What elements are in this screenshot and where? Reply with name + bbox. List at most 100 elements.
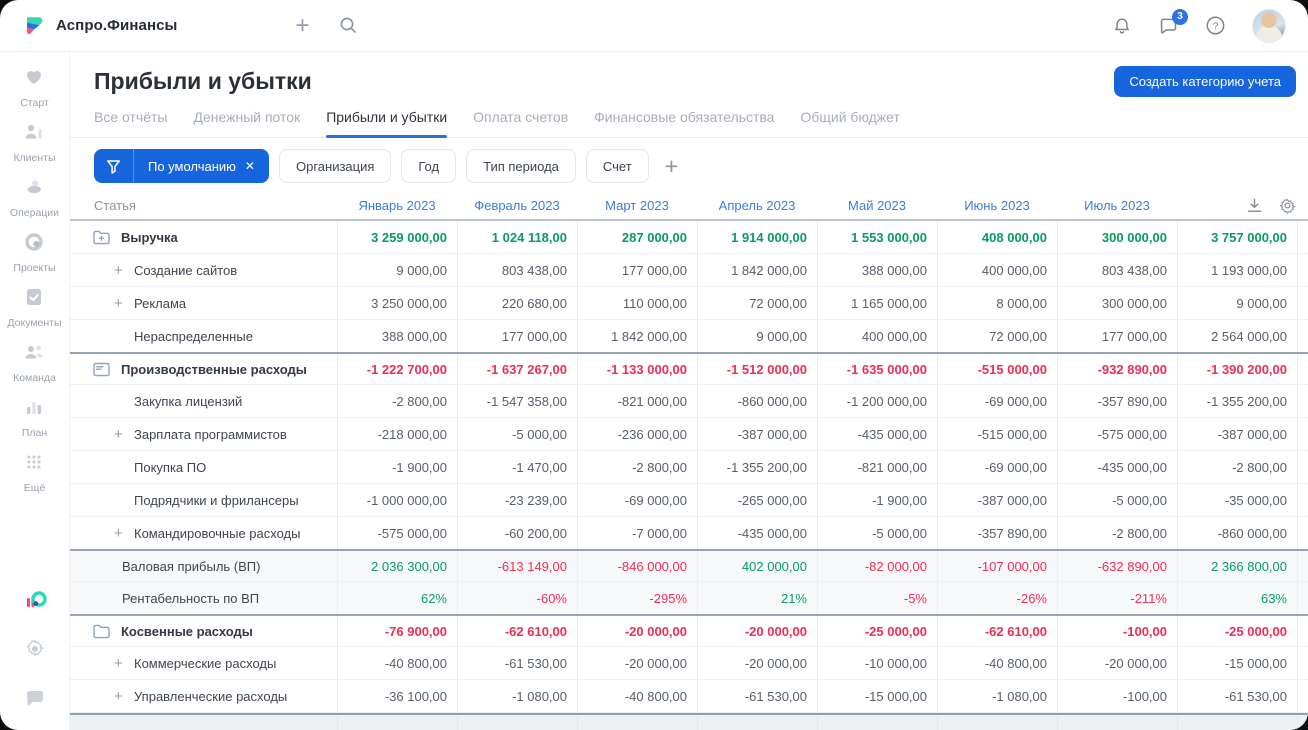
sidebar-item-start[interactable]: Старт [20, 66, 49, 109]
value-cell: -932 890,00 [1057, 354, 1177, 384]
sidebar-item-documents[interactable]: Документы [7, 286, 62, 329]
value-cell: 177 000,00 [577, 254, 697, 286]
table-row: + Командировочные расходы -575 000,00 -60 2… [70, 517, 1308, 550]
value-cell: -20 000,00 [577, 647, 697, 679]
value-cell: -20 000,00 [1057, 647, 1177, 679]
row-label-cell: + Командировочные расходы [70, 517, 337, 549]
value-cell: -61 530,00 [697, 680, 817, 712]
expand-plus-icon[interactable]: + [114, 525, 134, 542]
column-header-month[interactable]: Май 2023 [817, 198, 937, 213]
column-header-month[interactable]: Июнь 2023 [937, 198, 1057, 213]
table-settings-gear-icon[interactable] [1279, 197, 1296, 214]
expand-plus-icon[interactable]: + [114, 426, 134, 443]
value-cell: -76 900,00 [337, 616, 457, 646]
row-label-cell: + Зарплата программистов [70, 418, 337, 450]
sidebar-item-projects[interactable]: Проекты [13, 231, 56, 274]
value-cell: 388 000,00 [337, 320, 457, 352]
expand-plus-icon[interactable]: + [114, 688, 134, 705]
value-cell: -1 470,00 [457, 451, 577, 483]
page-header: Прибыли и убытки Создать категорию учета [70, 52, 1308, 97]
sidebar-item-clients[interactable]: Клиенты [13, 121, 56, 164]
table-row: Производственные расходы -1 222 700,00 -1 … [70, 352, 1308, 385]
chat-icon[interactable]: 3 [1158, 8, 1188, 36]
value-cell: 72 000,00 [937, 320, 1057, 352]
filter-chip-тип-периода[interactable]: Тип периода [466, 149, 576, 183]
filter-chip-год[interactable]: Год [401, 149, 457, 183]
value-cell: 177 000,00 [457, 320, 577, 352]
row-label-cell[interactable]: Выручка [70, 221, 337, 253]
people-icon [22, 341, 46, 368]
tab-прибыли-и-убытки[interactable]: Прибыли и убытки [326, 109, 447, 138]
sidebar-item-plan[interactable]: План [22, 396, 47, 439]
help-icon[interactable]: ? [1205, 15, 1226, 36]
tab-все-отчёты[interactable]: Все отчёты [94, 109, 167, 137]
user-avatar[interactable] [1252, 8, 1286, 43]
folder-icon[interactable] [92, 623, 111, 640]
active-filter-label: По умолчанию [148, 158, 236, 174]
add-filter-icon[interactable]: + [665, 153, 678, 180]
row-label-cell[interactable]: Косвенные расходы [70, 616, 337, 646]
value-cell: -82 000,00 [817, 551, 937, 581]
aspro-mini-logo-icon[interactable] [22, 588, 48, 614]
tab-оплата-счетов[interactable]: Оплата счетов [473, 109, 568, 137]
expand-plus-icon[interactable]: + [114, 655, 134, 672]
table-row: + Зарплата программистов -218 000,00 -5 000… [70, 418, 1308, 451]
table-row: Покупка ПО -1 900,00 -1 470,00 -2 800,00 -1 … [70, 451, 1308, 484]
doc-check-icon [23, 286, 45, 313]
sidebar-item-more[interactable]: Ещё [23, 451, 45, 494]
tab-общий-бюджет[interactable]: Общий бюджет [800, 109, 899, 137]
value-cell: 3 259 000,00 [337, 221, 457, 253]
value-cell: -40 800,00 [337, 647, 457, 679]
value-cell: 803 438,00 [1057, 254, 1177, 286]
card-lines-icon[interactable] [92, 361, 111, 378]
row-label-cell[interactable]: Производственные расходы [70, 354, 337, 384]
create-category-button[interactable]: Создать категорию учета [1114, 66, 1296, 97]
value-cell: -62 610,00 [457, 616, 577, 646]
column-header-month[interactable]: Февраль 2023 [457, 198, 577, 213]
column-header-month[interactable]: Январь 2023 [337, 198, 457, 213]
table-actions [1177, 197, 1308, 214]
row-edge-sliver [1297, 582, 1308, 614]
expand-plus-icon[interactable]: + [114, 262, 134, 279]
folder-plus-icon[interactable] [92, 229, 111, 246]
sidebar-item-team[interactable]: Команда [13, 341, 56, 384]
row-label-cell: + Коммерческие расходы [70, 647, 337, 679]
settings-gear-icon[interactable] [24, 638, 46, 665]
value-cell: 287 000,00 [577, 221, 697, 253]
value-cell: -26% [937, 582, 1057, 614]
row-label: Зарплата программистов [134, 426, 287, 442]
row-edge-sliver [1297, 680, 1308, 712]
filter-chip-организация[interactable]: Организация [278, 149, 392, 183]
feedback-chat-icon[interactable] [24, 689, 46, 714]
value-cell: -846 000,00 [577, 551, 697, 581]
row-label-cell: + Управленческие расходы [70, 680, 337, 712]
column-header-month[interactable]: Июль 2023 [1057, 198, 1177, 213]
column-header-month[interactable]: Апрель 2023 [697, 198, 817, 213]
table-row: Закупка лицензий -2 800,00 -1 547 358,00 -8… [70, 385, 1308, 418]
bell-icon[interactable] [1112, 16, 1132, 36]
search-icon[interactable] [339, 16, 358, 35]
add-icon[interactable]: + [295, 13, 309, 38]
table-row: Косвенные расходы -76 900,00 -62 610,00 -20… [70, 614, 1308, 647]
value-cell: 2 366 800,00 [1177, 551, 1297, 581]
expand-plus-icon[interactable]: + [114, 295, 134, 312]
table-row: + Создание сайтов 9 000,00 803 438,00 177 00… [70, 254, 1308, 287]
pnl-table: Статья Январь 2023 Февраль 2023 Март 2023 А… [70, 191, 1308, 730]
value-cell: 1 024 118,00 [457, 221, 577, 253]
download-icon[interactable] [1246, 197, 1263, 214]
page-title: Прибыли и убытки [94, 68, 312, 94]
sidebar-item-operations[interactable]: Операции [10, 176, 59, 219]
heart-icon [23, 66, 45, 93]
default-filter-button[interactable]: По умолчанию ✕ [94, 149, 269, 183]
row-label-cell: + Реклама [70, 287, 337, 319]
value-cell: -1 080,00 [457, 680, 577, 712]
filter-chips: Организация Год Тип периода Счет [278, 149, 649, 183]
value-cell: -61 530,00 [1177, 680, 1297, 712]
tab-денежный-поток[interactable]: Денежный поток [193, 109, 300, 137]
value-cell: -265 000,00 [697, 484, 817, 516]
tab-финансовые-обязательства[interactable]: Финансовые обязательства [594, 109, 774, 137]
filter-chip-счет[interactable]: Счет [585, 149, 649, 183]
remove-filter-icon[interactable]: ✕ [245, 159, 255, 173]
column-header-month[interactable]: Март 2023 [577, 198, 697, 213]
app-window: Аспро.Финансы + 3 ? Старт Клиенты Операции… [0, 0, 1308, 730]
